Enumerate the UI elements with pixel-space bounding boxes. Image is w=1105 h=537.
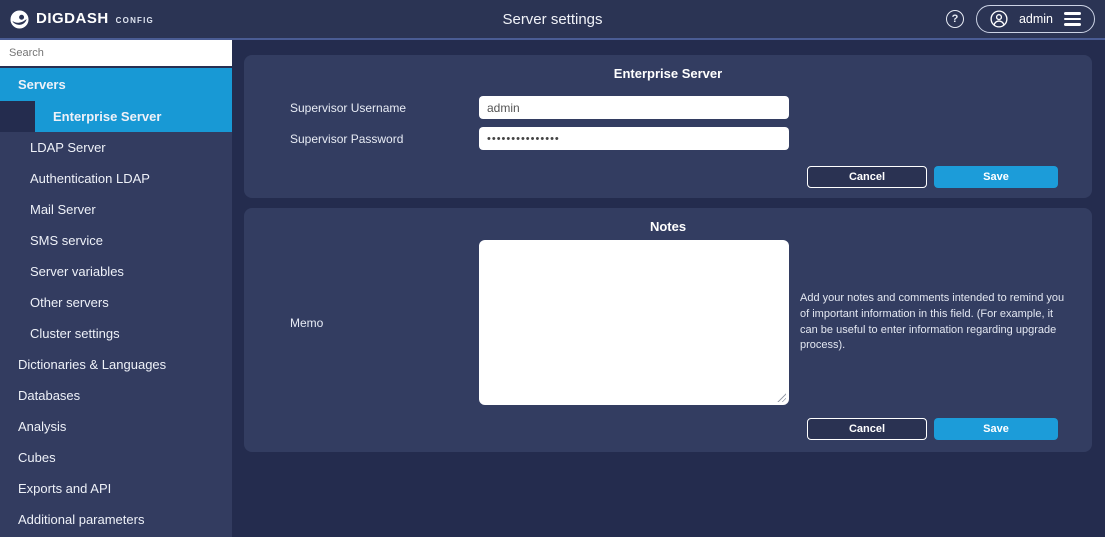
sidebar-item-sms-service[interactable]: SMS service (0, 225, 232, 256)
save-button[interactable]: Save (934, 418, 1058, 440)
sidebar-item-dictionaries-languages[interactable]: Dictionaries & Languages (0, 349, 232, 380)
supervisor-username-label: Supervisor Username (290, 101, 479, 115)
sidebar-item-cubes[interactable]: Cubes (0, 442, 232, 473)
sidebar-item-enterprise-server[interactable]: Enterprise Server (0, 101, 232, 132)
sidebar-item-cluster-settings[interactable]: Cluster settings (0, 318, 232, 349)
sidebar-item-authentication-ldap[interactable]: Authentication LDAP (0, 163, 232, 194)
search-input[interactable] (0, 40, 232, 68)
enterprise-server-panel-title: Enterprise Server (244, 55, 1092, 81)
sidebar-item-additional-parameters[interactable]: Additional parameters (0, 504, 232, 535)
memo-help-text: Add your notes and comments intended to … (800, 291, 1068, 355)
brand-name: DIGDASH (36, 10, 109, 27)
help-icon[interactable]: ? (946, 10, 964, 28)
sidebar-item-analysis[interactable]: Analysis (0, 411, 232, 442)
memo-label: Memo (290, 316, 479, 330)
sidebar-item-databases[interactable]: Databases (0, 380, 232, 411)
supervisor-password-input[interactable] (479, 127, 789, 150)
brand-suffix: CONFIG (116, 16, 154, 25)
sidebar-item-server-variables[interactable]: Server variables (0, 256, 232, 287)
digdash-logo-icon (10, 10, 29, 29)
sidebar-item-exports-and-api[interactable]: Exports and API (0, 473, 232, 504)
sidebar: Servers Enterprise Server LDAP Server Au… (0, 40, 232, 537)
user-name: admin (1019, 12, 1053, 26)
cancel-button[interactable]: Cancel (807, 418, 927, 440)
digdash-logo: DIGDASH CONFIG (10, 10, 154, 29)
hamburger-menu-icon[interactable] (1064, 12, 1081, 26)
sidebar-nav: Servers Enterprise Server LDAP Server Au… (0, 68, 232, 535)
save-button[interactable]: Save (934, 166, 1058, 188)
sidebar-item-mail-server[interactable]: Mail Server (0, 194, 232, 225)
notes-panel: Notes Memo Add your notes and comments i… (244, 208, 1092, 452)
top-bar: DIGDASH CONFIG Server settings ? admin (0, 0, 1105, 40)
sidebar-item-servers[interactable]: Servers (0, 68, 232, 101)
page-title: Server settings (0, 11, 1105, 28)
enterprise-server-panel: Enterprise Server Supervisor Username Su… (244, 55, 1092, 198)
memo-textarea[interactable] (479, 240, 789, 405)
notes-panel-title: Notes (244, 208, 1092, 234)
sidebar-item-ldap-server[interactable]: LDAP Server (0, 132, 232, 163)
user-menu-button[interactable]: admin (976, 5, 1095, 33)
cancel-button[interactable]: Cancel (807, 166, 927, 188)
user-icon (990, 10, 1008, 28)
supervisor-password-label: Supervisor Password (290, 132, 479, 146)
main-content: Enterprise Server Supervisor Username Su… (232, 40, 1105, 537)
sidebar-item-other-servers[interactable]: Other servers (0, 287, 232, 318)
supervisor-username-input[interactable] (479, 96, 789, 119)
